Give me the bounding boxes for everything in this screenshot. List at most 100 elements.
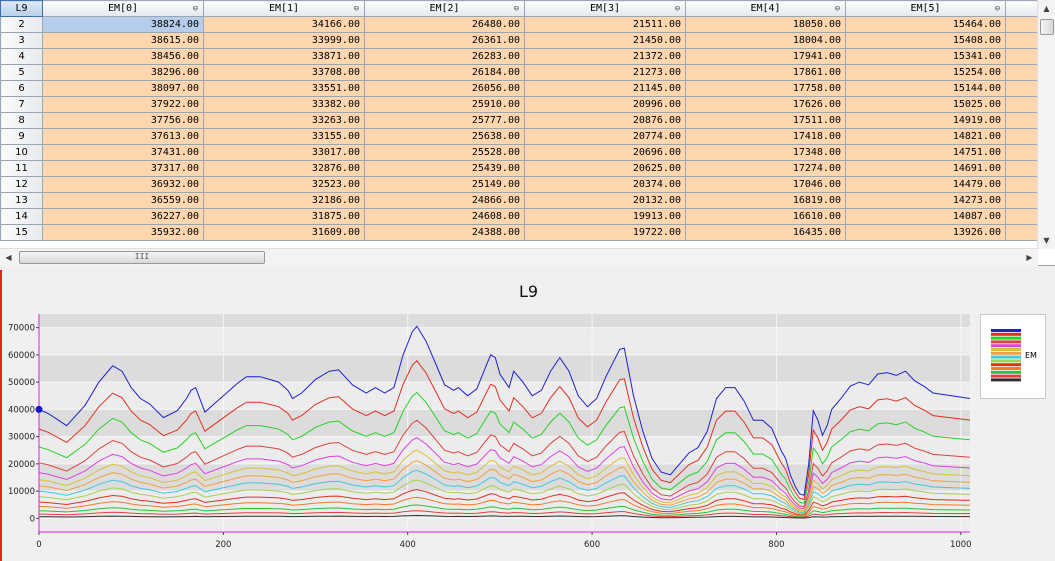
sort-icon[interactable]: ⊖ xyxy=(514,2,519,16)
table-cell[interactable]: 33382.00 xyxy=(203,96,365,113)
table-cell[interactable]: 20774.00 xyxy=(524,128,686,145)
table-cell[interactable]: 15025.00 xyxy=(845,96,1006,113)
table-cell[interactable]: 13926.00 xyxy=(845,224,1006,241)
column-header-em4[interactable]: EM[4] ⊖ xyxy=(685,0,846,17)
table-cell[interactable]: 17861.00 xyxy=(685,64,846,81)
table-cell[interactable]: 36932.00 xyxy=(42,176,204,193)
table-row[interactable]: 9 37613.00 33155.00 25638.00 20774.00 17418.0… xyxy=(0,128,1038,145)
table-cell[interactable]: 32186.00 xyxy=(203,192,365,209)
table-cell[interactable]: 25777.00 xyxy=(364,112,525,129)
row-header[interactable]: 9 xyxy=(0,128,43,145)
table-cell[interactable]: 38824.00 xyxy=(42,16,204,33)
table-cell[interactable]: 25439.00 xyxy=(364,160,525,177)
column-header-em1[interactable]: EM[1] ⊖ xyxy=(203,0,365,17)
row-header[interactable]: 10 xyxy=(0,144,43,161)
table-row[interactable]: 14 36227.00 31875.00 24608.00 19913.00 16610.… xyxy=(0,208,1038,225)
row-header[interactable]: 3 xyxy=(0,32,43,49)
table-cell[interactable]: 24608.00 xyxy=(364,208,525,225)
table-cell[interactable]: 37922.00 xyxy=(42,96,204,113)
table-cell[interactable]: 18004.00 xyxy=(685,32,846,49)
table-cell[interactable]: 17941.00 xyxy=(685,48,846,65)
table-row[interactable]: 7 37922.00 33382.00 25910.00 20996.00 17626.0… xyxy=(0,96,1038,113)
column-header-em2[interactable]: EM[2] ⊖ xyxy=(364,0,525,17)
table-cell[interactable]: 14919.00 xyxy=(845,112,1006,129)
table-cell[interactable]: 14273.00 xyxy=(845,192,1006,209)
table-cell[interactable]: 37317.00 xyxy=(42,160,204,177)
table-cell[interactable]: 31875.00 xyxy=(203,208,365,225)
table-cell[interactable]: 17511.00 xyxy=(685,112,846,129)
sort-icon[interactable]: ⊖ xyxy=(675,2,680,16)
table-row[interactable]: 13 36559.00 32186.00 24866.00 20132.00 16819.… xyxy=(0,192,1038,209)
table-cell[interactable]: 21273.00 xyxy=(524,64,686,81)
table-row[interactable]: 4 38456.00 33871.00 26283.00 21372.00 17941.0… xyxy=(0,48,1038,65)
table-cell[interactable]: 25149.00 xyxy=(364,176,525,193)
column-header-em0[interactable]: EM[0] ⊖ xyxy=(42,0,204,17)
table-cell[interactable]: 17046.00 xyxy=(685,176,846,193)
vertical-scrollbar[interactable]: ▲ ▼ xyxy=(1037,0,1055,249)
scroll-up-icon[interactable]: ▲ xyxy=(1038,0,1055,17)
scroll-down-icon[interactable]: ▼ xyxy=(1038,232,1055,249)
column-header-em3[interactable]: EM[3] ⊖ xyxy=(524,0,686,17)
table-row[interactable]: 6 38097.00 33551.00 26056.00 21145.00 17758.0… xyxy=(0,80,1038,97)
table-cell[interactable]: 36559.00 xyxy=(42,192,204,209)
table-cell[interactable]: 15341.00 xyxy=(845,48,1006,65)
row-header[interactable]: 6 xyxy=(0,80,43,97)
table-cell[interactable]: 21450.00 xyxy=(524,32,686,49)
grid-corner-cell[interactable]: L9 xyxy=(0,0,43,17)
row-header[interactable]: 13 xyxy=(0,192,43,209)
table-cell[interactable]: 20132.00 xyxy=(524,192,686,209)
row-header[interactable]: 5 xyxy=(0,64,43,81)
table-row[interactable]: 12 36932.00 32523.00 25149.00 20374.00 17046.… xyxy=(0,176,1038,193)
table-cell[interactable]: 37756.00 xyxy=(42,112,204,129)
table-cell[interactable]: 34166.00 xyxy=(203,16,365,33)
table-cell[interactable]: 33017.00 xyxy=(203,144,365,161)
table-cell[interactable]: 21511.00 xyxy=(524,16,686,33)
table-cell[interactable]: 26056.00 xyxy=(364,80,525,97)
table-cell[interactable]: 20876.00 xyxy=(524,112,686,129)
row-header[interactable]: 8 xyxy=(0,112,43,129)
table-cell[interactable]: 14479.00 xyxy=(845,176,1006,193)
table-row[interactable]: 3 38615.00 33999.00 26361.00 21450.00 18004.0… xyxy=(0,32,1038,49)
table-cell[interactable]: 17348.00 xyxy=(685,144,846,161)
row-header[interactable]: 14 xyxy=(0,208,43,225)
table-cell[interactable]: 33999.00 xyxy=(203,32,365,49)
table-cell[interactable]: 25910.00 xyxy=(364,96,525,113)
table-cell[interactable]: 21145.00 xyxy=(524,80,686,97)
row-header[interactable]: 12 xyxy=(0,176,43,193)
table-cell[interactable]: 20625.00 xyxy=(524,160,686,177)
table-cell[interactable]: 14821.00 xyxy=(845,128,1006,145)
sort-icon[interactable]: ⊖ xyxy=(835,2,840,16)
table-cell[interactable]: 37431.00 xyxy=(42,144,204,161)
table-cell[interactable]: 32523.00 xyxy=(203,176,365,193)
table-cell[interactable]: 20696.00 xyxy=(524,144,686,161)
table-cell[interactable]: 35932.00 xyxy=(42,224,204,241)
row-header[interactable]: 11 xyxy=(0,160,43,177)
table-cell[interactable]: 20996.00 xyxy=(524,96,686,113)
table-cell[interactable]: 15464.00 xyxy=(845,16,1006,33)
chart-legend[interactable]: EM xyxy=(980,314,1046,399)
table-cell[interactable]: 38456.00 xyxy=(42,48,204,65)
table-cell[interactable]: 15254.00 xyxy=(845,64,1006,81)
table-cell[interactable]: 26480.00 xyxy=(364,16,525,33)
table-cell[interactable]: 14751.00 xyxy=(845,144,1006,161)
table-cell[interactable]: 37613.00 xyxy=(42,128,204,145)
table-cell[interactable]: 17274.00 xyxy=(685,160,846,177)
sort-icon[interactable]: ⊖ xyxy=(995,2,1000,16)
scroll-right-icon[interactable]: ▶ xyxy=(1021,249,1038,266)
table-cell[interactable]: 17418.00 xyxy=(685,128,846,145)
table-row[interactable]: 2 38824.00 34166.00 26480.00 21511.00 18050.0… xyxy=(0,16,1038,33)
row-header[interactable]: 15 xyxy=(0,224,43,241)
row-header[interactable]: 7 xyxy=(0,96,43,113)
table-cell[interactable]: 38615.00 xyxy=(42,32,204,49)
table-cell[interactable]: 26361.00 xyxy=(364,32,525,49)
table-cell[interactable]: 26283.00 xyxy=(364,48,525,65)
row-header[interactable]: 2 xyxy=(0,16,43,33)
table-cell[interactable]: 33263.00 xyxy=(203,112,365,129)
table-cell[interactable]: 36227.00 xyxy=(42,208,204,225)
column-header-em5[interactable]: EM[5] ⊖ xyxy=(845,0,1006,17)
vertical-scroll-thumb[interactable] xyxy=(1040,19,1054,35)
table-cell[interactable]: 38097.00 xyxy=(42,80,204,97)
table-cell[interactable]: 17626.00 xyxy=(685,96,846,113)
horizontal-scroll-thumb[interactable]: III xyxy=(19,251,265,264)
table-cell[interactable]: 16435.00 xyxy=(685,224,846,241)
